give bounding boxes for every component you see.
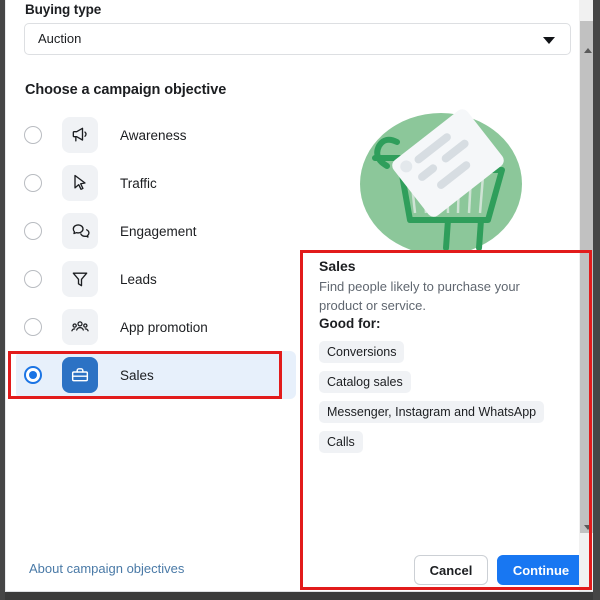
objective-label: Sales	[120, 367, 154, 383]
objective-label: App promotion	[120, 319, 208, 335]
objective-label: Awareness	[120, 127, 187, 143]
radio-traffic[interactable]	[24, 174, 42, 192]
shopping-bag-icon	[62, 357, 98, 393]
continue-button[interactable]: Continue	[497, 555, 585, 585]
objective-label: Leads	[120, 271, 157, 287]
funnel-icon	[62, 261, 98, 297]
objective-row-sales[interactable]: Sales	[16, 351, 296, 399]
chevron-down-icon	[543, 37, 555, 44]
speech-bubbles-icon	[62, 213, 98, 249]
campaign-objective-dialog: Buying type Auction Choose a campaign ob…	[5, 0, 593, 592]
buying-type-select[interactable]: Auction	[24, 23, 571, 55]
people-group-icon	[62, 309, 98, 345]
radio-awareness[interactable]	[24, 126, 42, 144]
objective-label: Traffic	[120, 175, 157, 191]
window-right-edge	[593, 0, 600, 600]
good-for-chip: Messenger, Instagram and WhatsApp	[319, 401, 545, 423]
good-for-chip: Conversions	[319, 341, 405, 363]
screenshot-root: Buying type Auction Choose a campaign ob…	[0, 0, 600, 600]
radio-engagement[interactable]	[24, 222, 42, 240]
megaphone-icon	[62, 117, 98, 153]
scroll-down-icon[interactable]	[584, 525, 592, 530]
objective-row-engagement[interactable]: Engagement	[16, 207, 296, 255]
scroll-up-icon[interactable]	[584, 48, 592, 53]
objective-row-leads[interactable]: Leads	[16, 255, 296, 303]
objective-list: Awareness Traffic Engagement Leads App p…	[16, 111, 296, 399]
info-panel-description: Find people likely to purchase your prod…	[319, 279, 520, 313]
radio-leads[interactable]	[24, 270, 42, 288]
good-for-chip: Calls	[319, 431, 363, 453]
buying-type-selected-value: Auction	[38, 31, 82, 46]
scrollbar-thumb[interactable]	[580, 21, 593, 533]
good-for-chip-list: Conversions Catalog sales Messenger, Ins…	[319, 341, 587, 461]
buying-type-label: Buying type	[25, 2, 102, 17]
good-for-chip: Catalog sales	[319, 371, 411, 393]
objective-heading: Choose a campaign objective	[25, 82, 227, 98]
objective-label: Engagement	[120, 223, 197, 239]
cursor-arrow-icon	[62, 165, 98, 201]
shopping-cart-price-tag-illustration	[353, 108, 528, 258]
objective-row-awareness[interactable]: Awareness	[16, 111, 296, 159]
objective-info-panel: Sales Find people likely to purchase you…	[309, 253, 593, 587]
objective-row-traffic[interactable]: Traffic	[16, 159, 296, 207]
about-campaign-objectives-link[interactable]: About campaign objectives	[29, 561, 184, 576]
cancel-button[interactable]: Cancel	[414, 555, 488, 585]
info-panel-title: Sales	[319, 258, 356, 274]
radio-sales[interactable]	[24, 366, 42, 384]
good-for-label: Good for:	[319, 316, 381, 331]
radio-app-promotion[interactable]	[24, 318, 42, 336]
objective-row-app-promotion[interactable]: App promotion	[16, 303, 296, 351]
